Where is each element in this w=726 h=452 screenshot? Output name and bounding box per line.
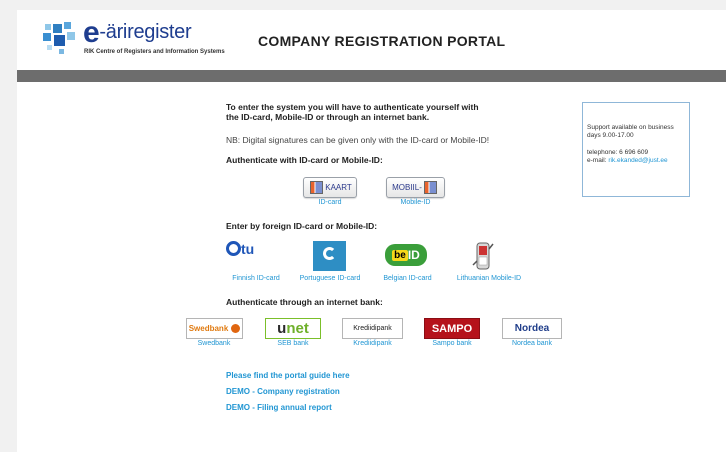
mobile-id-icon — [423, 181, 437, 194]
portuguese-id-caption[interactable]: Portuguese ID-card — [293, 275, 367, 282]
lithuanian-mobile-id-icon[interactable] — [472, 241, 494, 273]
intro-text: To enter the system you will have to aut… — [226, 102, 479, 122]
header-divider — [17, 70, 726, 82]
finnish-id-caption[interactable]: Finnish ID-card — [226, 275, 286, 282]
mobile-id-button[interactable]: MOBIIL- — [386, 177, 445, 198]
logo-mark-icon — [43, 22, 75, 54]
krediidipank-logo[interactable]: Krediidipank — [342, 318, 403, 339]
finnish-id-logo[interactable]: tu — [226, 241, 254, 257]
sampo-logo[interactable]: SAMPO — [424, 318, 480, 339]
krediidipank-caption[interactable]: Krediidipank — [342, 340, 403, 347]
swedbank-caption[interactable]: Swedbank — [186, 340, 242, 347]
page-title: COMPANY REGISTRATION PORTAL — [258, 33, 506, 49]
demo-company-registration-link[interactable]: DEMO - Company registration — [226, 387, 340, 396]
bank-section-heading: Authenticate through an internet bank: — [226, 297, 383, 307]
seb-logo[interactable]: u net — [265, 318, 321, 339]
support-box: Support available on business days 9.00-… — [582, 102, 690, 197]
belgian-id-caption[interactable]: Belgian ID-card — [378, 275, 437, 282]
sampo-caption[interactable]: Sampo bank — [424, 340, 480, 347]
portal-guide-link[interactable]: Please find the portal guide here — [226, 371, 350, 380]
support-email-link[interactable]: rik.ekanded@just.ee — [608, 157, 667, 164]
demo-annual-report-link[interactable]: DEMO - Filing annual report — [226, 403, 332, 412]
belgian-id-logo[interactable]: be ID — [385, 244, 427, 266]
foreign-section-heading: Enter by foreign ID-card or Mobile-ID: — [226, 221, 378, 231]
mobile-id-caption[interactable]: Mobile-ID — [386, 199, 445, 206]
support-telephone: telephone: 6 696 609 — [587, 149, 649, 156]
lithuanian-mobile-id-caption[interactable]: Lithuanian Mobile-ID — [451, 275, 527, 282]
logo-wordmark: e-äriregister — [83, 16, 192, 49]
id-card-button[interactable]: KAART — [303, 177, 357, 198]
nordea-caption[interactable]: Nordea bank — [502, 340, 562, 347]
id-card-icon — [310, 181, 324, 194]
support-email: e-mail: rik.ekanded@just.ee — [587, 157, 668, 164]
logo-subtitle: RIK Centre of Registers and Information … — [84, 49, 225, 55]
seb-caption[interactable]: SEB bank — [265, 340, 321, 347]
id-section-heading: Authenticate with ID-card or Mobile-ID: — [226, 155, 383, 165]
support-hours: Support available on business days 9.00-… — [587, 124, 674, 139]
portuguese-id-logo[interactable] — [313, 241, 346, 271]
id-card-caption[interactable]: ID-card — [303, 199, 357, 206]
swedbank-icon — [231, 324, 241, 333]
signature-note: NB: Digital signatures can be given only… — [226, 135, 490, 145]
nordea-logo[interactable]: Nordea — [502, 318, 562, 339]
finnish-id-icon — [226, 241, 241, 256]
swedbank-logo[interactable]: Swedbank — [186, 318, 243, 339]
portuguese-id-icon — [323, 247, 336, 260]
